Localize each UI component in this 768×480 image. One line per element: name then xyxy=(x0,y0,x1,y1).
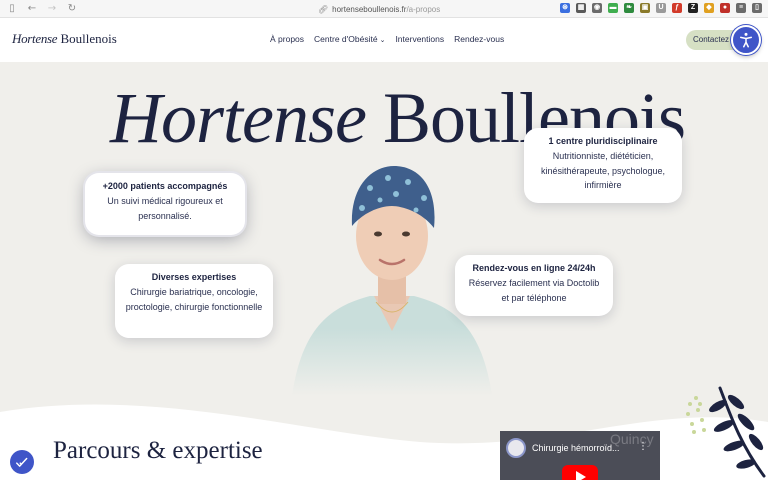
accessibility-figure-icon xyxy=(740,32,752,48)
main-nav: À propos Centre d'Obésité ⌄ Interventions… xyxy=(270,34,504,44)
browser-toolbar: ▯ ← → ↻ 🔗︎ hortenseboullenois.fr/a-propo… xyxy=(0,0,768,18)
card-body: Un suivi médical rigoureux et personnali… xyxy=(107,196,223,221)
nav-item-label: Centre d'Obésité xyxy=(314,34,378,44)
card-title: Rendez-vous en ligne 24/24h xyxy=(472,263,596,273)
play-button-icon[interactable] xyxy=(562,465,598,480)
nav-item-a-propos[interactable]: À propos xyxy=(270,34,304,44)
ext-z-icon[interactable]: Z xyxy=(688,3,698,13)
accessibility-icon[interactable] xyxy=(731,25,761,55)
reload-icon[interactable]: ↻ xyxy=(64,1,80,17)
card-title: Diverses expertises xyxy=(151,272,237,282)
card-title: 1 centre pluridisciplinaire xyxy=(548,136,658,146)
site-logo[interactable]: Hortense Boullenois xyxy=(12,31,117,47)
ext-red-icon[interactable]: ƒ xyxy=(672,3,682,13)
stat-card-patients: +2000 patients accompagnés Un suivi médi… xyxy=(85,173,245,235)
ext-blue-icon[interactable]: ⊛ xyxy=(560,3,570,13)
card-title: +2000 patients accompagnés xyxy=(102,181,228,191)
ext-grid-icon[interactable]: ▦ xyxy=(576,3,586,13)
video-title[interactable]: Chirurgie hémorroïd... xyxy=(532,443,620,453)
link-icon: 🔗︎ xyxy=(318,4,329,14)
ext-leaf-icon[interactable]: ❧ xyxy=(624,3,634,13)
logo-first-name: Hortense xyxy=(12,31,58,46)
channel-avatar[interactable] xyxy=(506,438,526,458)
ext-u-icon[interactable]: U xyxy=(656,3,666,13)
nav-item-rendez-vous[interactable]: Rendez-vous xyxy=(454,34,504,44)
stat-card-centre: 1 centre pluridisciplinaire Nutritionnis… xyxy=(524,128,682,203)
nav-item-interventions[interactable]: Interventions xyxy=(395,34,444,44)
ext-list-icon[interactable]: ≡ xyxy=(736,3,746,13)
address-bar[interactable]: 🔗︎ hortenseboullenois.fr/a-propos xyxy=(318,2,440,16)
check-marks-icon xyxy=(16,457,28,467)
url-host: hortenseboullenois.fr xyxy=(332,4,407,14)
section-title: Parcours & expertise xyxy=(53,437,263,464)
url-path: /a-propos xyxy=(406,4,441,14)
ext-card-icon[interactable]: ▣ xyxy=(640,3,650,13)
chat-widget-icon[interactable] xyxy=(10,450,34,474)
more-options-icon[interactable]: ⋮ xyxy=(638,441,648,452)
ext-sidebar-icon[interactable]: ▯ xyxy=(752,3,762,13)
ext-multi-icon[interactable]: ◆ xyxy=(704,3,714,13)
ext-green-icon[interactable]: ▬ xyxy=(608,3,618,13)
back-icon[interactable]: ← xyxy=(24,1,40,17)
video-embed[interactable]: Quincy Chirurgie hémorroïd... ⋮ xyxy=(500,431,660,480)
card-body: Chirurgie bariatrique, oncologie, procto… xyxy=(125,287,263,312)
card-body: Nutritionniste, diététicien, kinésithéra… xyxy=(540,151,666,190)
logo-last-name: Boullenois xyxy=(60,31,117,46)
sidebar-toggle-icon[interactable]: ▯ xyxy=(4,1,20,17)
card-body: Réservez facilement via Doctolib et par … xyxy=(468,278,600,303)
extensions-bar: ⊛ ▦ ◉ ▬ ❧ ▣ Uƒ Z ◆ ● ≡ ▯ xyxy=(560,3,762,13)
ext-camera-icon[interactable]: ◉ xyxy=(592,3,602,13)
forward-icon[interactable]: → xyxy=(44,1,60,17)
hero-section: Hortense Boullenois +2000 patients accom… xyxy=(0,62,768,480)
stat-card-expertises: Diverses expertises Chirurgie bariatriqu… xyxy=(115,264,273,338)
nav-item-centre-obesite[interactable]: Centre d'Obésité ⌄ xyxy=(314,34,385,44)
site-header: Hortense Boullenois À propos Centre d'Ob… xyxy=(0,18,768,62)
ext-red2-icon[interactable]: ● xyxy=(720,3,730,13)
stat-card-rendez-vous: Rendez-vous en ligne 24/24h Réservez fac… xyxy=(455,255,613,316)
leaf-decoration-icon xyxy=(686,386,766,478)
chevron-down-icon: ⌄ xyxy=(379,37,386,44)
